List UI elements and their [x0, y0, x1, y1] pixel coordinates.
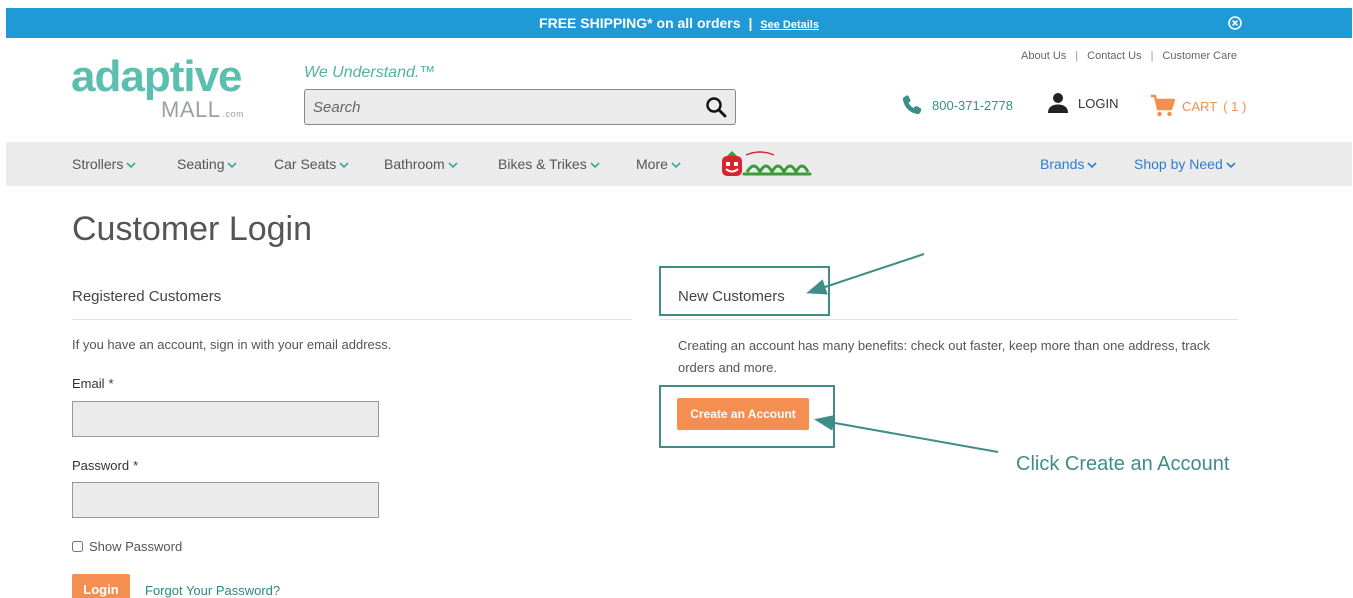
show-password-checkbox[interactable]	[72, 541, 83, 552]
user-icon	[1048, 93, 1068, 113]
close-icon[interactable]	[1228, 16, 1242, 30]
arrow-to-create-account	[814, 414, 999, 453]
see-details-link[interactable]: See Details	[760, 19, 819, 31]
site-logo[interactable]: adaptive MALL .com	[71, 55, 251, 127]
password-field[interactable]	[72, 482, 379, 518]
login-button[interactable]: Login	[72, 574, 130, 598]
cart-count: ( 1 )	[1223, 98, 1247, 114]
divider	[660, 319, 1238, 320]
required-mark: *	[108, 376, 114, 391]
registered-note: If you have an account, sign in with you…	[72, 337, 392, 352]
cart-icon	[1151, 94, 1176, 117]
about-us-link[interactable]: About Us	[1021, 50, 1066, 62]
nav-strollers[interactable]: Strollers	[72, 142, 136, 186]
phone-link[interactable]: 800-371-2778	[900, 93, 1013, 117]
main-nav: Strollers Seating Car Seats Bathroom Bik…	[6, 142, 1352, 186]
cart-label: CART	[1182, 98, 1218, 114]
chevron-down-icon	[1087, 162, 1097, 169]
search-icon[interactable]	[705, 96, 727, 118]
phone-number: 800-371-2778	[932, 97, 1013, 113]
promo-bar: FREE SHIPPING* on all orders | See Detai…	[6, 8, 1352, 38]
search-input[interactable]	[313, 90, 693, 124]
logo-mall: MALL	[161, 97, 221, 122]
chevron-down-icon	[448, 162, 458, 169]
page-title: Customer Login	[72, 210, 313, 248]
chevron-down-icon	[126, 162, 136, 169]
new-customers-note: Creating an account has many benefits: c…	[678, 338, 1210, 375]
logo-wordmark: adaptive	[71, 52, 243, 101]
top-links: About Us | Contact Us | Customer Care	[1021, 50, 1237, 62]
annotation-box-new-customers	[659, 266, 830, 316]
search-box	[304, 89, 736, 125]
nav-more[interactable]: More	[636, 142, 681, 186]
chevron-down-icon	[671, 162, 681, 169]
nav-shop-by-need[interactable]: Shop by Need	[1134, 142, 1236, 186]
required-mark: *	[133, 458, 139, 473]
chevron-down-icon	[590, 162, 600, 169]
nav-seating[interactable]: Seating	[177, 142, 238, 186]
email-label: Email *	[72, 376, 114, 391]
show-password-label: Show Password	[89, 539, 183, 554]
promo-text: FREE SHIPPING* on all orders | See Detai…	[6, 8, 1352, 38]
special-tomato-logo[interactable]	[720, 150, 812, 178]
tagline: We Understand.™	[304, 64, 436, 81]
promo-separator: |	[748, 15, 753, 31]
chevron-down-icon	[227, 162, 238, 169]
login-link[interactable]: LOGIN	[1046, 91, 1118, 115]
show-password-toggle[interactable]: Show Password	[72, 539, 182, 554]
logo-com: .com	[222, 109, 244, 119]
contact-us-link[interactable]: Contact Us	[1087, 50, 1141, 62]
email-field[interactable]	[72, 401, 379, 437]
chevron-down-icon	[1226, 162, 1236, 169]
nav-car-seats[interactable]: Car Seats	[274, 142, 349, 186]
nav-brands[interactable]: Brands	[1040, 142, 1097, 186]
cart-link[interactable]: CART ( 1 )	[1150, 94, 1246, 118]
divider	[72, 319, 632, 320]
phone-icon	[902, 95, 922, 115]
customer-care-link[interactable]: Customer Care	[1162, 50, 1237, 62]
chevron-down-icon	[339, 162, 349, 169]
forgot-password-link[interactable]: Forgot Your Password?	[145, 583, 280, 598]
login-label: LOGIN	[1078, 95, 1119, 111]
logo-subtitle: MALL .com	[161, 99, 244, 125]
nav-bathroom[interactable]: Bathroom	[384, 142, 458, 186]
annotation-label: Click Create an Account	[1016, 453, 1230, 475]
nav-bikes-trikes[interactable]: Bikes & Trikes	[498, 142, 600, 186]
annotation-box-create-account	[659, 385, 835, 448]
promo-message: FREE SHIPPING* on all orders	[539, 15, 741, 31]
password-label: Password *	[72, 458, 139, 473]
registered-customers-heading: Registered Customers	[72, 288, 222, 305]
